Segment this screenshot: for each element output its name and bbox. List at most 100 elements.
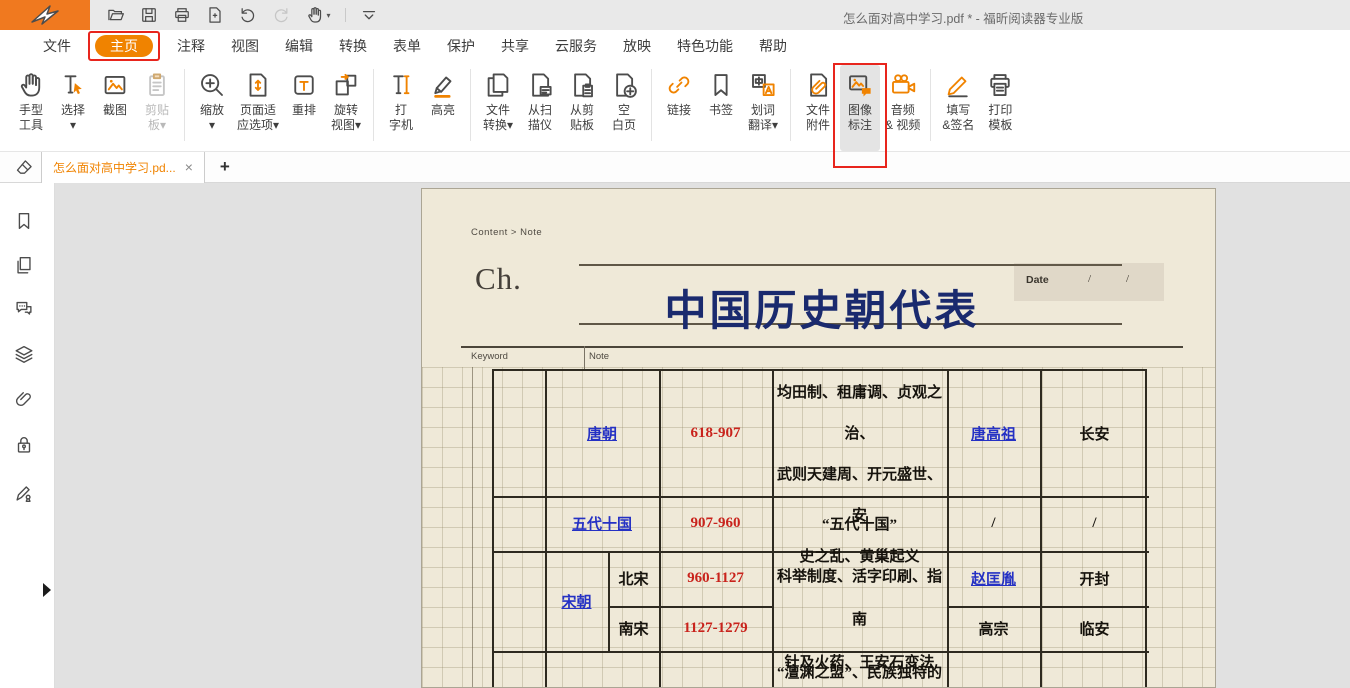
founder-link[interactable]: 赵匡胤: [947, 551, 1040, 606]
reflow-icon: [289, 70, 319, 100]
dynasty-link[interactable]: 唐朝: [545, 371, 659, 496]
print-template-icon: [985, 70, 1015, 100]
document-tab-label: 怎么面对高中学习.pd...: [53, 159, 176, 176]
comments-panel-button[interactable]: [11, 296, 37, 322]
ribbon-separator: [470, 69, 471, 141]
hand-tool-dropdown-icon[interactable]: ▾: [303, 5, 333, 26]
snapshot-icon: [100, 70, 130, 100]
from-clipboard-button[interactable]: 从剪 贴板: [562, 65, 602, 151]
open-folder-icon[interactable]: [105, 5, 126, 26]
menu-form[interactable]: 表单: [380, 36, 434, 56]
blank-page-button[interactable]: 空 白页: [604, 65, 644, 151]
chapter-label: Ch.: [475, 261, 522, 297]
signature-icon: [13, 482, 35, 504]
audio-video-icon: [888, 70, 918, 100]
menu-convert[interactable]: 转换: [326, 36, 380, 56]
hand-tool-icon: [16, 70, 46, 100]
dynasty-years: 618-907: [659, 371, 772, 496]
clipboard-button[interactable]: 剪贴 板▾: [137, 65, 177, 151]
select-text-icon: [58, 70, 88, 100]
file-convert-button[interactable]: 文件 转换▾: [478, 65, 518, 151]
menu-share[interactable]: 共享: [488, 36, 542, 56]
menu-help[interactable]: 帮助: [746, 36, 800, 56]
translate-button[interactable]: 划词 翻译▾: [743, 65, 783, 151]
undo-icon[interactable]: [237, 5, 258, 26]
layers-icon: [13, 343, 35, 365]
reflow-button[interactable]: 重排: [284, 65, 324, 151]
hand-tool-button[interactable]: 手型 工具: [11, 65, 51, 151]
new-tab-button[interactable]: +: [220, 157, 230, 177]
document-tab[interactable]: 怎么面对高中学习.pd... ×: [41, 152, 205, 183]
page-thumbnails-icon: [13, 254, 35, 276]
sidebar-expand-handle[interactable]: [43, 583, 51, 597]
zoom-button[interactable]: 缩放 ▾: [192, 65, 232, 151]
dynasty-link[interactable]: 五代十国: [545, 496, 659, 551]
audio-video-button[interactable]: 音频 & 视频: [882, 65, 923, 151]
header-rule: [461, 346, 1183, 348]
pdf-page[interactable]: Content > Note Ch. 中国历史朝代表 Date / / Keyw…: [421, 188, 1216, 688]
menu-cloud[interactable]: 云服务: [542, 36, 610, 56]
window-title: 怎么面对高中学习.pdf * - 福昕阅读器专业版: [843, 8, 1083, 27]
rotate-view-button[interactable]: 旋转 视图▾: [326, 65, 366, 151]
redo-icon[interactable]: [270, 5, 291, 26]
zoom-icon: [197, 70, 227, 100]
from-scanner-button[interactable]: 从扫 描仪: [520, 65, 560, 151]
security-panel-button[interactable]: [11, 432, 37, 458]
main-area: Content > Note Ch. 中国历史朝代表 Date / / Keyw…: [0, 183, 1350, 688]
save-icon[interactable]: [138, 5, 159, 26]
menu-comment[interactable]: 注释: [164, 36, 218, 56]
date-separator: /: [1088, 273, 1091, 285]
blank-page-icon: [609, 70, 639, 100]
link-button[interactable]: 链接: [659, 65, 699, 151]
menu-edit[interactable]: 编辑: [272, 36, 326, 56]
menu-protect[interactable]: 保护: [434, 36, 488, 56]
bookmark-icon: [706, 70, 736, 100]
menu-home-active[interactable]: 主页: [90, 34, 158, 58]
dynasty-events: 均田制、租庸调、贞观之治、 武则天建周、开元盛世、安 史之乱、黄巢起义: [772, 373, 947, 496]
ribbon-separator: [651, 69, 652, 141]
customize-toolbar-icon[interactable]: [358, 5, 379, 26]
dynasty-capital: 长安: [1040, 371, 1149, 496]
dynasty-founder: /: [947, 496, 1040, 551]
bookmark-button[interactable]: 书签: [701, 65, 741, 151]
page-fit-button[interactable]: 页面适 应选项▾: [234, 65, 282, 151]
page-thumbnails-button[interactable]: [11, 252, 37, 278]
dynasty-link[interactable]: 宋朝: [545, 551, 608, 651]
fill-sign-button[interactable]: 填写 &签名: [938, 65, 978, 151]
ribbon-separator: [930, 69, 931, 141]
ribbon-separator: [373, 69, 374, 141]
page-breadcrumb: Content > Note: [471, 227, 542, 238]
print-icon[interactable]: [171, 5, 192, 26]
file-attachment-button[interactable]: 文件 附件: [798, 65, 838, 151]
print-template-button[interactable]: 打印 模板: [980, 65, 1020, 151]
typewriter-button[interactable]: 打 字机: [381, 65, 421, 151]
dynasty-years: 907-960: [659, 496, 772, 551]
bookmarks-icon: [13, 210, 35, 232]
toolbar-ribbon: 手型 工具 选择 ▾ 截图 剪贴 板▾ 缩放 ▾ 页面适 应选项▾: [0, 62, 1350, 152]
new-page-icon[interactable]: [204, 5, 225, 26]
menu-view[interactable]: 视图: [218, 36, 272, 56]
select-button[interactable]: 选择 ▾: [53, 65, 93, 151]
menu-present[interactable]: 放映: [610, 36, 664, 56]
document-tab-bar: 怎么面对高中学习.pd... × +: [0, 152, 1350, 183]
highlight-icon: [428, 70, 458, 100]
bookmarks-panel-button[interactable]: [11, 208, 37, 234]
signatures-panel-button[interactable]: [11, 480, 37, 506]
image-annotation-button[interactable]: 图像 标注: [840, 65, 880, 151]
typewriter-icon: [386, 70, 416, 100]
menu-home-label: 主页: [95, 35, 153, 57]
menu-features[interactable]: 特色功能: [664, 36, 746, 56]
eraser-icon[interactable]: [13, 156, 35, 178]
date-separator: /: [1126, 273, 1129, 285]
attachments-panel-button[interactable]: [11, 386, 37, 412]
snapshot-button[interactable]: 截图: [95, 65, 135, 151]
tab-close-icon[interactable]: ×: [185, 162, 193, 172]
highlight-button[interactable]: 高亮: [423, 65, 463, 151]
layers-panel-button[interactable]: [11, 341, 37, 367]
founder-link[interactable]: 唐高祖: [947, 371, 1040, 496]
ribbon-separator: [184, 69, 185, 141]
menu-file[interactable]: 文件: [30, 36, 84, 56]
dynasty-table: 唐朝 618-907 均田制、租庸调、贞观之治、 武则天建周、开元盛世、安 史之…: [492, 369, 1147, 688]
foxit-reader-window: ▾ 怎么面对高中学习.pdf * - 福昕阅读器专业版 文件 主页 注释 视图 …: [0, 0, 1350, 688]
rotate-view-icon: [331, 70, 361, 100]
